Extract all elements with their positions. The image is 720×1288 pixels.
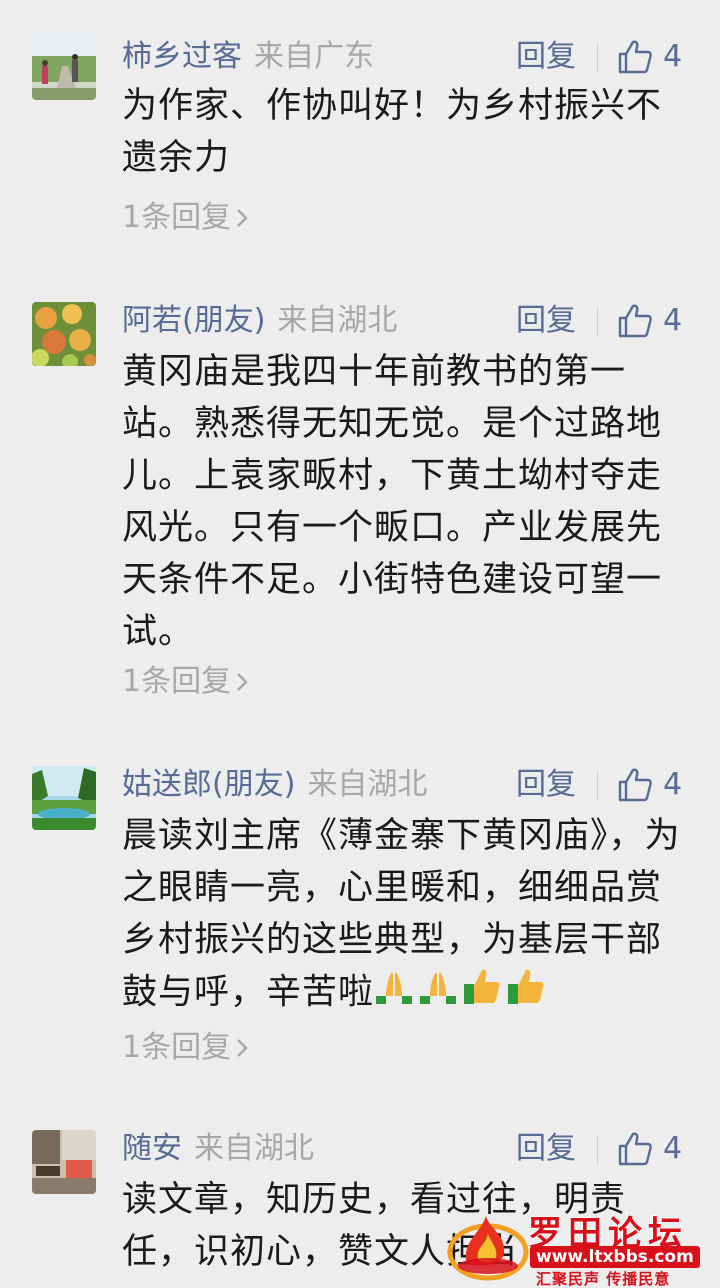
location-label: 来自广东 xyxy=(254,39,374,74)
chevron-right-icon xyxy=(237,1039,248,1057)
thumbs-up-emoji-icon xyxy=(506,966,546,1021)
avatar[interactable] xyxy=(32,1130,96,1194)
emoji-row xyxy=(374,969,550,1013)
view-replies-link[interactable]: 1条回复 xyxy=(122,1024,249,1072)
comment-item: 柿乡过客 来自广东 回复 4 为作家、作协叫好！为乡村振兴不遗余力 1条回复 xyxy=(0,28,720,248)
comment-meta: 阿若(朋友) 来自湖北 xyxy=(122,296,397,346)
reply-button[interactable]: 回复 xyxy=(516,32,576,82)
like-button[interactable]: 4 xyxy=(617,32,682,82)
location-label: 来自湖北 xyxy=(194,1131,314,1166)
chevron-right-icon xyxy=(237,673,248,691)
location-label: 来自湖北 xyxy=(307,767,428,802)
divider xyxy=(597,44,598,72)
comment-item: 姑送郎(朋友) 来自湖北 回复 4 晨读刘主席《薄金寨下黄冈庙》，为之眼睛一亮，心… xyxy=(0,760,720,1080)
watermark-url: www.ltxbbs.com xyxy=(530,1246,700,1268)
location-label: 来自湖北 xyxy=(277,303,398,338)
nickname[interactable]: 随安 xyxy=(122,1131,182,1166)
forum-watermark: 罗田论坛 www.ltxbbs.com 汇聚民声 传播民意 xyxy=(446,1204,716,1288)
like-count: 4 xyxy=(663,303,683,338)
divider xyxy=(597,1136,598,1164)
divider xyxy=(597,308,598,336)
avatar[interactable] xyxy=(32,302,96,366)
avatar[interactable] xyxy=(32,36,96,100)
nickname[interactable]: 阿若(朋友) xyxy=(122,303,265,338)
thumbs-up-icon xyxy=(618,304,652,338)
like-button[interactable]: 4 xyxy=(617,1124,682,1174)
view-replies-label: 1条回复 xyxy=(122,1030,232,1065)
like-count: 4 xyxy=(663,767,683,802)
view-replies-label: 1条回复 xyxy=(122,664,232,699)
view-replies-link[interactable]: 1条回复 xyxy=(122,194,249,242)
view-replies-label: 1条回复 xyxy=(122,200,232,235)
pray-emoji-icon xyxy=(374,966,414,1021)
thumbs-up-icon xyxy=(618,40,652,74)
thumbs-up-icon xyxy=(618,768,652,802)
avatar[interactable] xyxy=(32,766,96,830)
comment-text: 晨读刘主席《薄金寨下黄冈庙》，为之眼睛一亮，心里暖和，细细品赏乡村振兴的这些典型… xyxy=(122,810,682,1021)
comment-text: 为作家、作协叫好！为乡村振兴不遗余力 xyxy=(122,86,663,178)
like-count: 4 xyxy=(663,39,683,74)
comments-page: 柿乡过客 来自广东 回复 4 为作家、作协叫好！为乡村振兴不遗余力 1条回复 阿… xyxy=(0,0,720,1288)
comment-meta: 柿乡过客 来自广东 xyxy=(122,32,374,82)
divider xyxy=(597,772,598,800)
nickname[interactable]: 姑送郎(朋友) xyxy=(122,767,295,802)
like-count: 4 xyxy=(663,1131,683,1166)
pray-emoji-icon xyxy=(418,966,458,1021)
reply-button[interactable]: 回复 xyxy=(516,296,576,346)
reply-button[interactable]: 回复 xyxy=(516,1124,576,1174)
chevron-right-icon xyxy=(237,209,248,227)
watermark-slogan: 汇聚民声 传播民意 xyxy=(536,1270,671,1288)
thumbs-up-icon xyxy=(618,1132,652,1166)
like-button[interactable]: 4 xyxy=(617,760,682,810)
nickname[interactable]: 柿乡过客 xyxy=(122,39,242,74)
comment-meta: 姑送郎(朋友) 来自湖北 xyxy=(122,760,427,810)
like-button[interactable]: 4 xyxy=(617,296,682,346)
comment-text: 黄冈庙是我四十年前教书的第一站。熟悉得无知无觉。是个过路地儿。上袁家畈村，下黄土… xyxy=(122,352,663,652)
flame-logo-icon xyxy=(447,1216,529,1281)
reply-button[interactable]: 回复 xyxy=(516,760,576,810)
view-replies-link[interactable]: 1条回复 xyxy=(122,658,249,706)
comment-meta: 随安 来自湖北 xyxy=(122,1124,314,1174)
thumbs-up-emoji-icon xyxy=(462,966,502,1021)
comment-item: 阿若(朋友) 来自湖北 回复 4 黄冈庙是我四十年前教书的第一站。熟悉得无知无觉。… xyxy=(0,296,720,716)
